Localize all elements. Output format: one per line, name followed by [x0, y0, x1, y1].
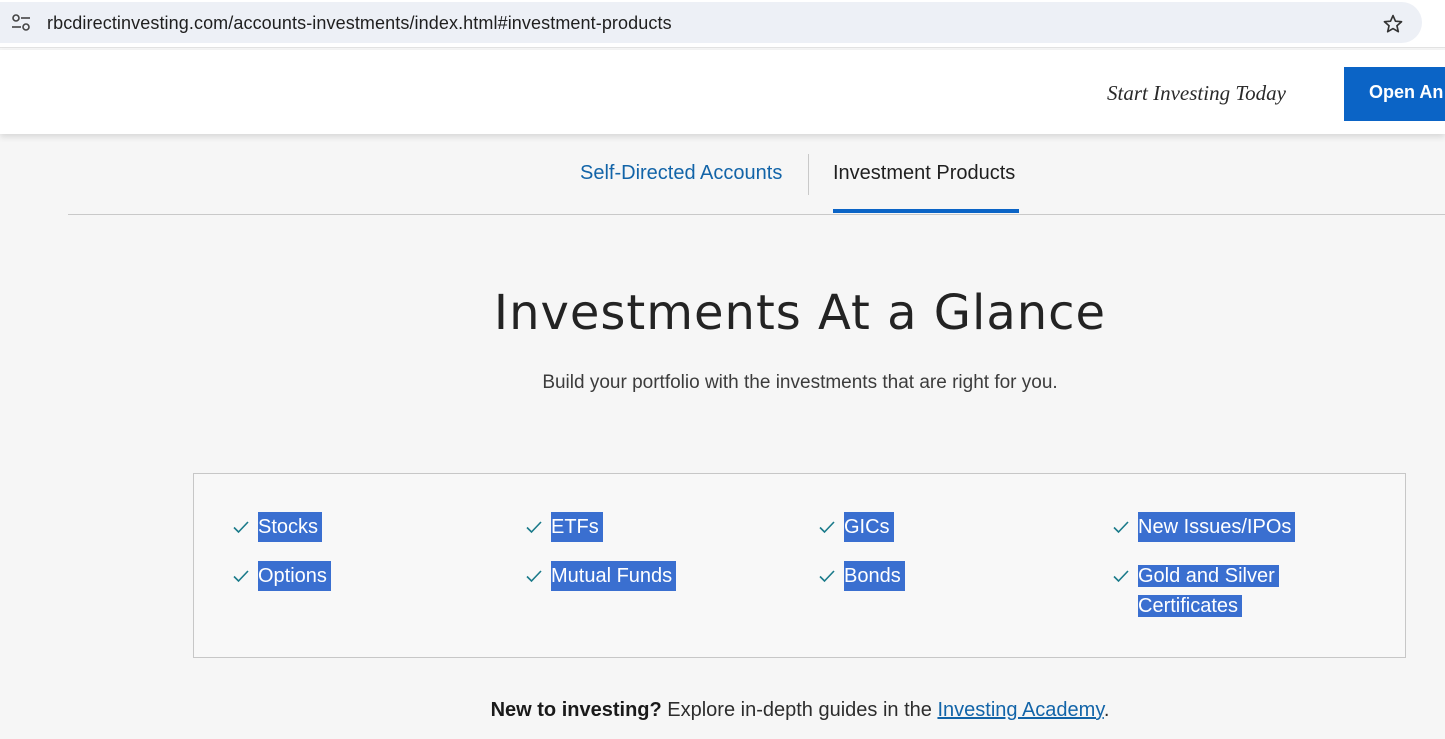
product-label: Options — [258, 561, 331, 591]
active-tab-indicator — [833, 209, 1019, 213]
checkmark-icon — [526, 521, 542, 534]
page-subtitle: Build your portfolio with the investment… — [542, 372, 1058, 393]
browser-toolbar: rbcdirectinvesting.com/accounts-investme… — [0, 0, 1445, 48]
bookmark-star-icon[interactable] — [1382, 13, 1404, 35]
product-label: Bonds — [844, 561, 905, 591]
product-label: Mutual Funds — [551, 561, 677, 591]
list-item: ETFs — [525, 512, 603, 542]
investing-academy-promo: New to investing? Explore in-depth guide… — [0, 699, 1445, 722]
checkmark-icon — [233, 521, 249, 534]
investment-products-list: Stocks ETFs GICs New Issues/IPOs Options… — [193, 473, 1406, 658]
account-tabs: Self-Directed Accounts Investment Produc… — [68, 134, 1445, 215]
site-settings-icon[interactable] — [11, 14, 31, 32]
product-label: Gold and Silver Certificates — [1138, 565, 1279, 617]
list-item: Mutual Funds — [525, 561, 677, 591]
site-header: Start Investing Today Open An Account — [0, 50, 1445, 134]
product-label: GICs — [844, 512, 894, 542]
checkmark-icon — [819, 570, 835, 583]
checkmark-icon — [233, 570, 249, 583]
address-bar[interactable]: rbcdirectinvesting.com/accounts-investme… — [0, 2, 1422, 43]
academy-text: Explore in-depth guides in the — [661, 699, 938, 721]
product-label: Stocks — [258, 512, 323, 542]
product-label: New Issues/IPOs — [1138, 512, 1296, 542]
checkmark-icon — [1113, 521, 1129, 534]
product-label-wrap: Gold and Silver Certificates — [1138, 561, 1279, 621]
new-to-investing-lead: New to investing? — [490, 699, 662, 721]
checkmark-icon — [1113, 570, 1129, 583]
open-account-button[interactable]: Open An Account — [1344, 67, 1445, 121]
list-item: GICs — [818, 512, 894, 542]
checkmark-icon — [819, 521, 835, 534]
tab-investment-products[interactable]: Investment Products — [833, 162, 1015, 185]
academy-end: . — [1103, 699, 1110, 721]
checkmark-icon — [526, 570, 542, 583]
product-label: ETFs — [551, 512, 603, 542]
list-item: Gold and Silver Certificates — [1112, 561, 1279, 621]
start-investing-text: Start Investing Today — [1107, 81, 1286, 105]
tab-self-directed-accounts[interactable]: Self-Directed Accounts — [580, 162, 782, 185]
list-item: Stocks — [232, 512, 323, 542]
list-item: Options — [232, 561, 331, 591]
url-text[interactable]: rbcdirectinvesting.com/accounts-investme… — [47, 13, 672, 34]
list-item: Bonds — [818, 561, 905, 591]
list-item: New Issues/IPOs — [1112, 512, 1296, 542]
page-title: Investments At a Glance — [493, 285, 1107, 341]
tab-divider — [808, 154, 809, 195]
investing-academy-link[interactable]: Investing Academy — [937, 699, 1103, 721]
